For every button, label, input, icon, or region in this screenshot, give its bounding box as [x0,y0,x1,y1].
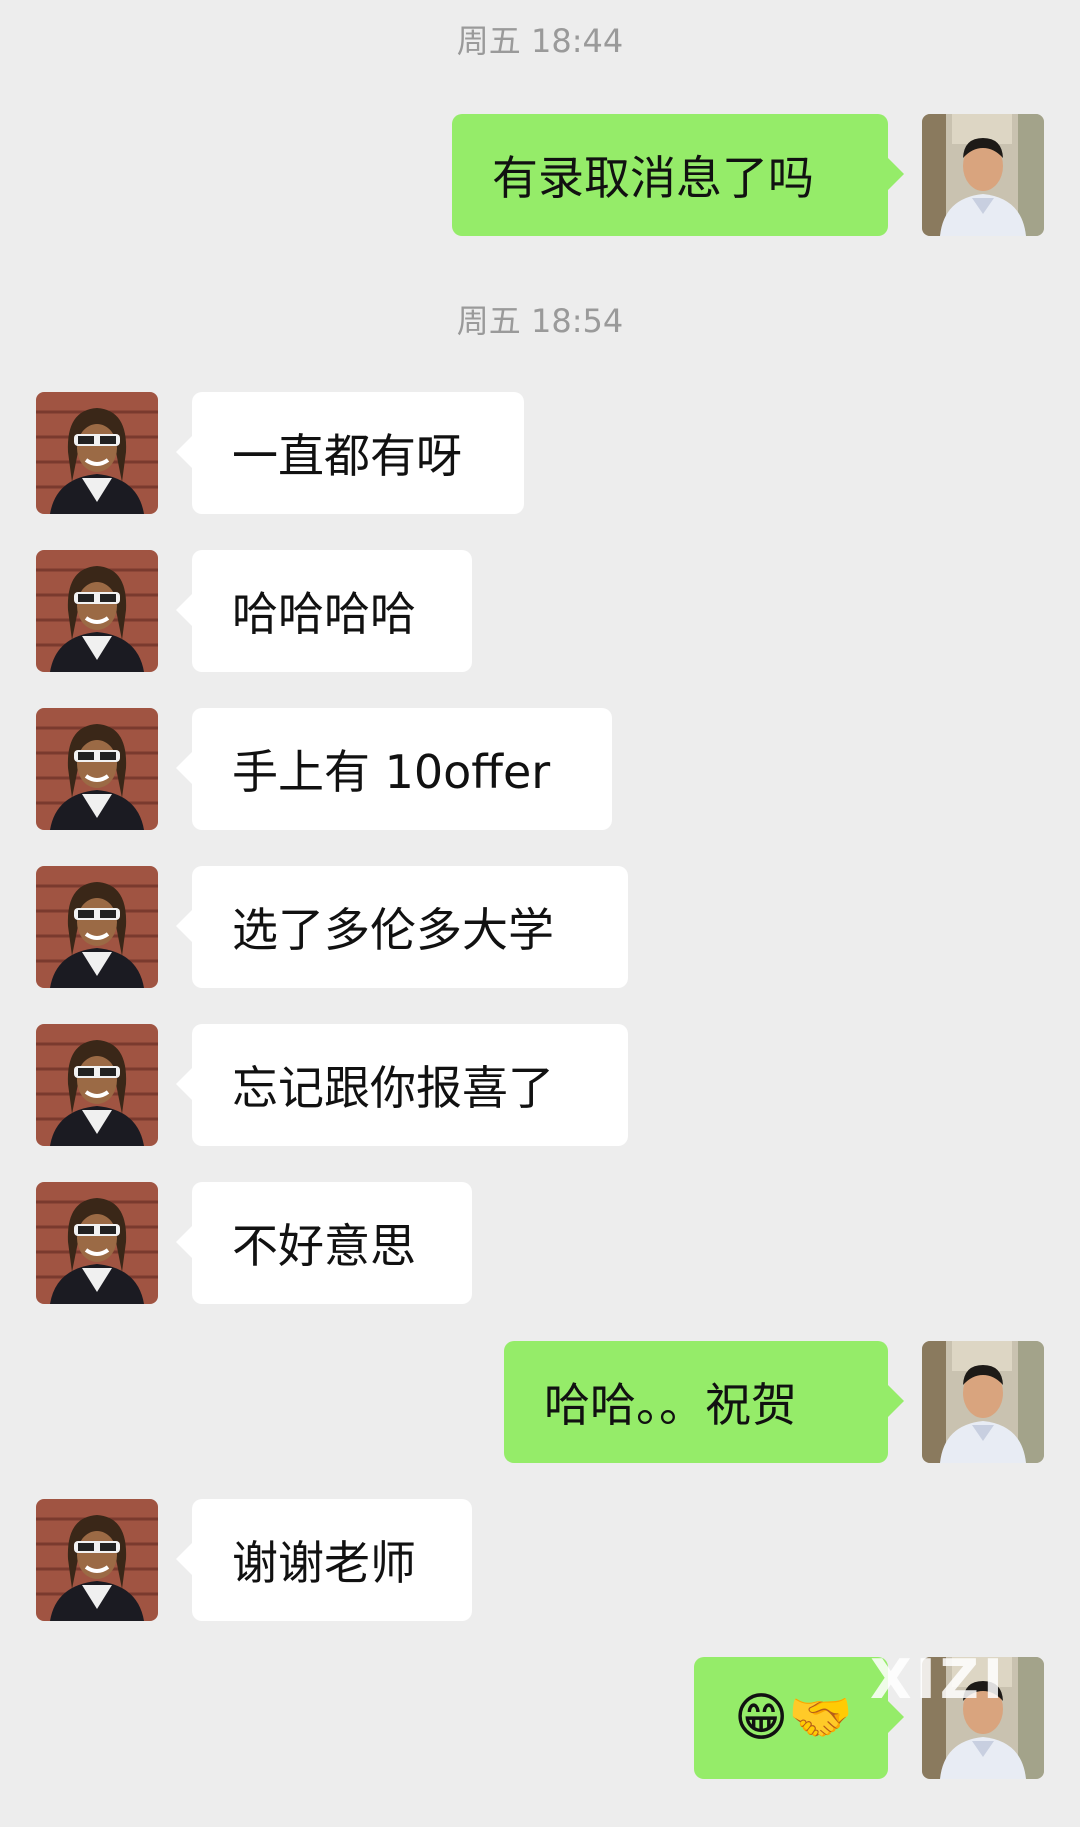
student-avatar[interactable] [36,1499,158,1621]
message-text: 不好意思 [232,1219,416,1273]
grin-handshake-emoji-icon: 😁🤝 [734,1688,853,1748]
student-avatar[interactable] [36,708,158,830]
timestamp: 周五 18:54 [456,302,624,340]
message-text: 谢谢老师 [232,1536,416,1590]
incoming-message-bubble[interactable]: 手上有 10offer [176,708,612,830]
outgoing-message-bubble[interactable]: 哈哈。。祝贺 [504,1341,904,1463]
incoming-message-bubble[interactable]: 谢谢老师 [176,1499,472,1621]
incoming-message-bubble[interactable]: 不好意思 [176,1182,472,1304]
teacher-avatar[interactable] [922,1341,1044,1463]
student-avatar[interactable] [36,866,158,988]
watermark-text: XIZI [870,1648,1007,1711]
message-text: 有录取消息了吗 [492,151,814,205]
message-text: 哈哈哈哈 [232,587,416,641]
incoming-message-bubble[interactable]: 一直都有呀 [176,392,524,514]
outgoing-message-bubble[interactable]: 😁🤝 [694,1657,904,1779]
message-text: 手上有 10offer [232,745,551,799]
outgoing-message-bubble[interactable]: 有录取消息了吗 [452,114,904,236]
student-avatar[interactable] [36,550,158,672]
message-text: 忘记跟你报喜了 [232,1061,554,1115]
timestamp: 周五 18:44 [456,22,624,60]
message-text: 哈哈。。祝贺 [544,1378,797,1432]
message-text: 一直都有呀 [232,429,462,483]
student-avatar[interactable] [36,1024,158,1146]
student-avatar[interactable] [36,1182,158,1304]
student-avatar[interactable] [36,392,158,514]
incoming-message-bubble[interactable]: 选了多伦多大学 [176,866,628,988]
incoming-message-bubble[interactable]: 哈哈哈哈 [176,550,472,672]
teacher-avatar[interactable] [922,114,1044,236]
incoming-message-bubble[interactable]: 忘记跟你报喜了 [176,1024,628,1146]
message-text: 选了多伦多大学 [232,903,554,957]
